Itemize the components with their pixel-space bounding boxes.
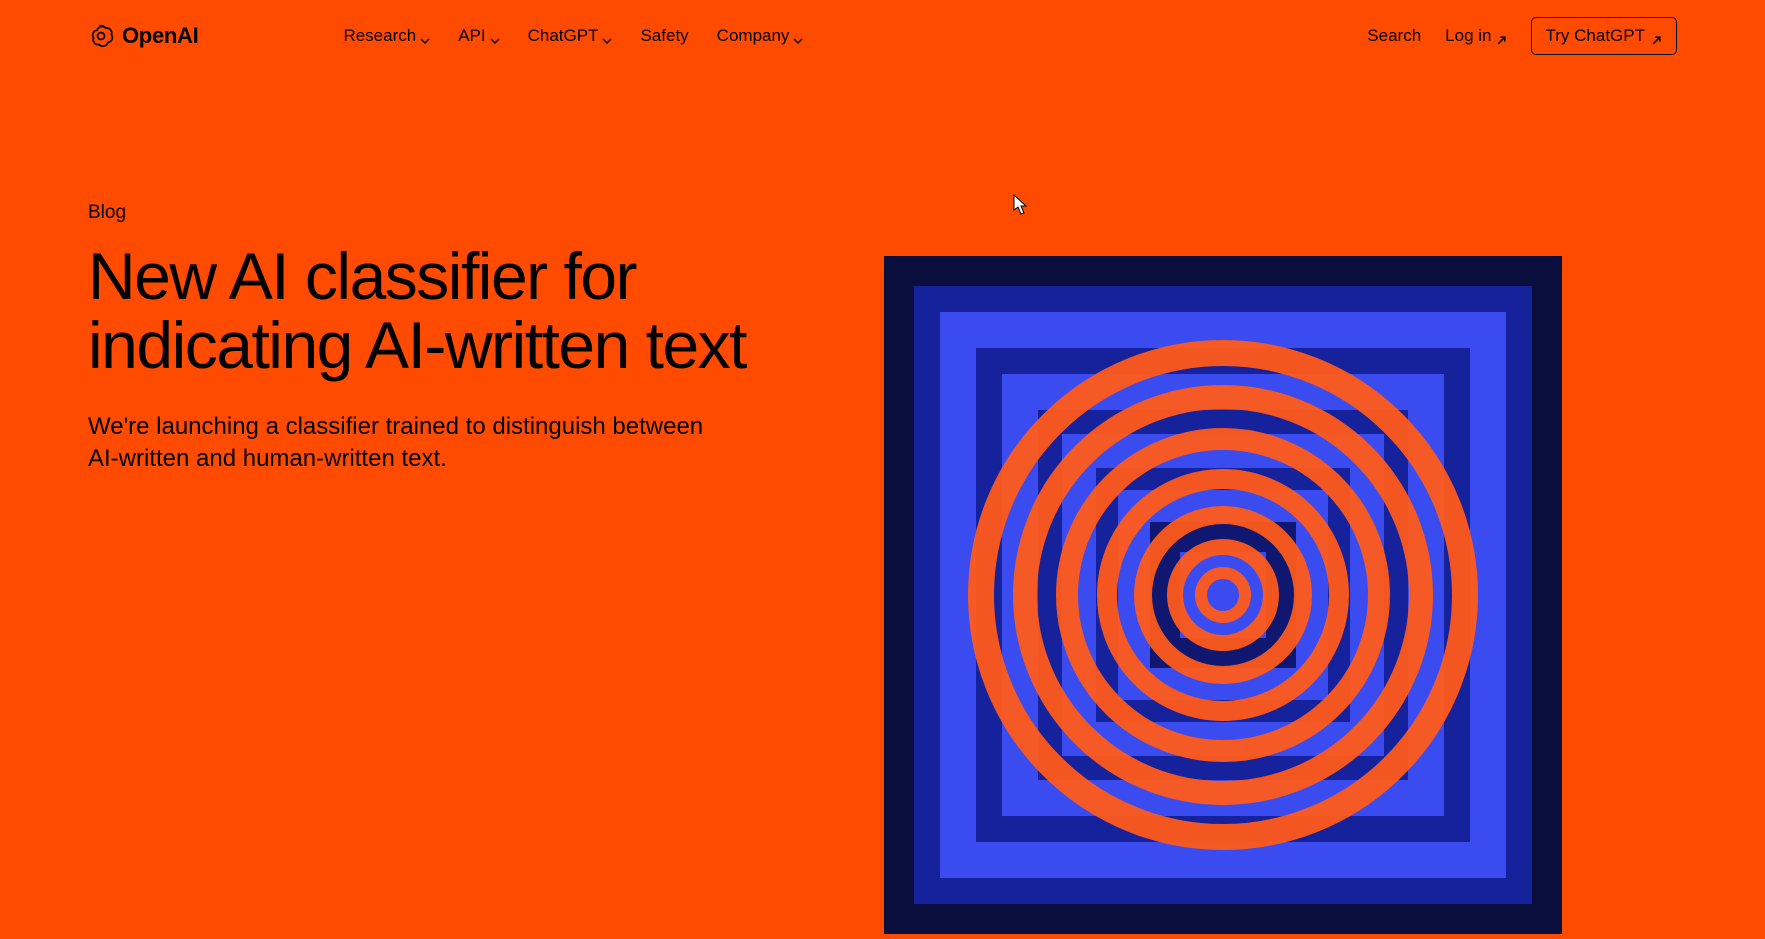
- nav-chatgpt[interactable]: ChatGPT: [528, 26, 613, 46]
- login-link[interactable]: Log in: [1445, 26, 1506, 46]
- nav-label: API: [458, 26, 485, 46]
- nav-label: Safety: [640, 26, 688, 46]
- search-link[interactable]: Search: [1367, 26, 1421, 46]
- nav-api[interactable]: API: [458, 26, 499, 46]
- nav-label: Company: [717, 26, 790, 46]
- article-category[interactable]: Blog: [88, 202, 788, 224]
- chevron-down-icon: [602, 31, 612, 41]
- try-chatgpt-button[interactable]: Try ChatGPT: [1531, 17, 1678, 55]
- article-title: New AI classifier for indicating AI-writ…: [88, 242, 788, 381]
- nav-research[interactable]: Research: [343, 26, 430, 46]
- chevron-down-icon: [420, 31, 430, 41]
- chevron-down-icon: [490, 31, 500, 41]
- chevron-down-icon: [793, 31, 803, 41]
- hero-illustration: [884, 256, 1562, 934]
- article-header: Blog New AI classifier for indicating AI…: [88, 202, 788, 475]
- primary-nav: Research API ChatGPT Safety Company: [343, 26, 803, 46]
- nav-company[interactable]: Company: [717, 26, 804, 46]
- nav-label: Research: [343, 26, 416, 46]
- nav-safety[interactable]: Safety: [640, 26, 688, 46]
- arrow-up-right-icon: [1496, 31, 1507, 42]
- arrow-up-right-icon: [1651, 31, 1662, 42]
- login-label: Log in: [1445, 26, 1491, 46]
- site-header: OpenAI Research API ChatGPT Safety Compa…: [0, 0, 1765, 72]
- cta-label: Try ChatGPT: [1546, 26, 1646, 46]
- secondary-nav: Search Log in Try ChatGPT: [1367, 17, 1677, 55]
- openai-logo-icon: [88, 23, 114, 49]
- search-label: Search: [1367, 26, 1421, 46]
- brand-logo[interactable]: OpenAI: [88, 23, 198, 49]
- brand-name: OpenAI: [122, 23, 198, 49]
- article-subtitle: We're launching a classifier trained to …: [88, 411, 708, 476]
- mouse-cursor-icon: [1013, 194, 1029, 216]
- nav-label: ChatGPT: [528, 26, 599, 46]
